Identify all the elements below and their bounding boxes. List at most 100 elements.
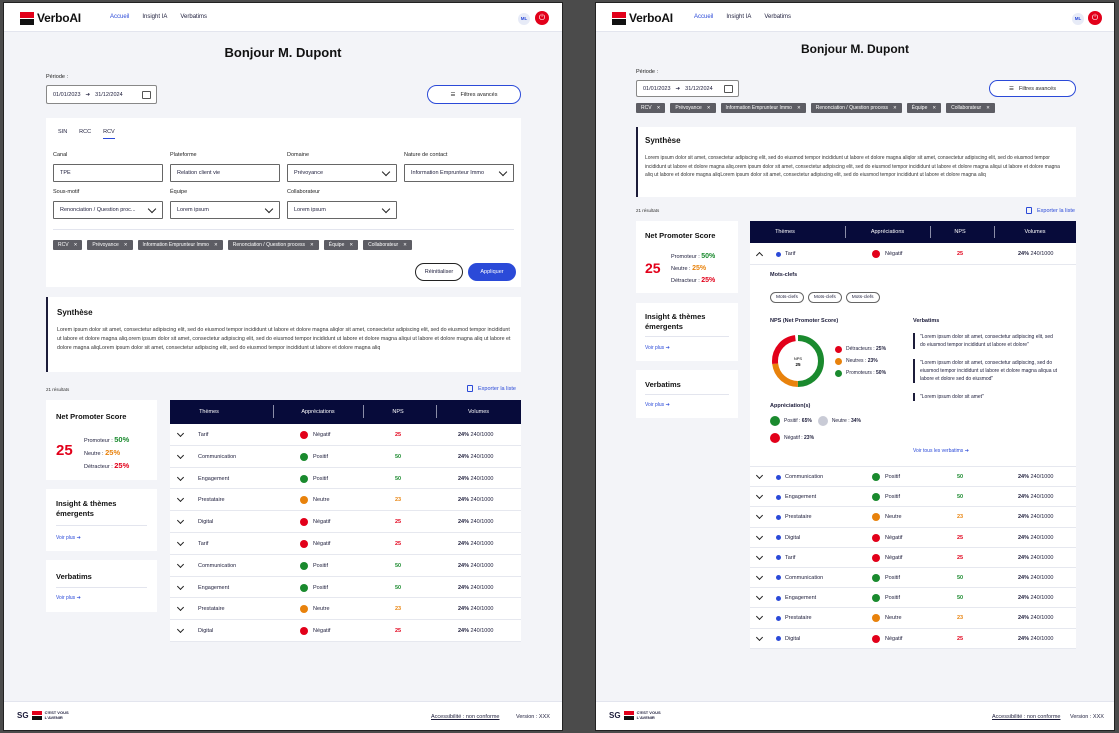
table-row[interactable]: Communication Positif 50 24% 240/1000 (170, 554, 521, 577)
accessibility-link[interactable]: Accessibilité : non conforme (431, 714, 499, 720)
table-row[interactable]: Prestataire Neutre 23 24% 240/1000 (170, 598, 521, 621)
user-avatar[interactable]: ML (518, 13, 530, 25)
table-row[interactable]: Digital Négatif 25 24% 240/1000 (170, 620, 521, 642)
tag-renonciation[interactable]: Renonciation / Question process (810, 103, 902, 113)
nav-insight-ia[interactable]: Insight IA (142, 14, 167, 20)
col-appreciations[interactable]: Appréciations (845, 229, 930, 235)
table-row[interactable]: Communication Positif 50 24% 240/1000 (750, 567, 1076, 589)
keyword-chip[interactable]: Mots-clefs (807, 292, 842, 303)
table-row[interactable]: Digital Négatif 25 24% 240/1000 (170, 511, 521, 533)
user-avatar[interactable]: ML (1072, 13, 1084, 25)
power-icon[interactable]: ⏻ (535, 11, 549, 25)
nav-verbatims[interactable]: Verbatims (764, 14, 791, 20)
tag-info-emprunteur[interactable]: Information Emprunteur Immo (720, 103, 806, 113)
nav-insight-ia[interactable]: Insight IA (726, 14, 751, 20)
apply-button[interactable]: Appliquer (468, 263, 516, 281)
table-row[interactable]: Digital Négatif 25 24% 240/1000 (750, 527, 1076, 548)
table-row[interactable]: Engagement Positif 50 24% 240/1000 (170, 467, 521, 490)
reset-button[interactable]: Réinitialiser (415, 263, 463, 281)
advanced-filters-button[interactable]: ☰ Filtres avancés (989, 80, 1076, 97)
tag-equipe[interactable]: Équipe (906, 103, 942, 113)
equipe-select[interactable]: Lorem ipsum (170, 201, 280, 219)
all-verbatims-link[interactable]: Voir tous les verbatims ➔ (913, 448, 969, 454)
chevron-down-icon[interactable] (176, 473, 185, 481)
chevron-down-icon[interactable] (755, 633, 764, 641)
keyword-chip[interactable]: Mots-clefs (845, 292, 880, 303)
table-row[interactable]: Prestataire Neutre 23 24% 240/1000 (750, 507, 1076, 528)
tag-renonciation[interactable]: Renonciation / Question process (227, 240, 319, 250)
verbatims-see-more[interactable]: Voir plus ➔ (56, 595, 81, 601)
verbatims-see-more[interactable]: Voir plus ➔ (645, 402, 670, 408)
table-row[interactable]: Communication Positif 50 24% 240/1000 (750, 467, 1076, 488)
table-row[interactable]: Prestataire Neutre 23 24% 240/1000 (170, 489, 521, 512)
chevron-down-icon[interactable] (755, 532, 764, 540)
table-row[interactable]: Engagement Positif 50 24% 240/1000 (750, 588, 1076, 609)
col-nps[interactable]: NPS (363, 409, 433, 415)
chevron-down-icon[interactable] (755, 471, 764, 480)
chevron-down-icon[interactable] (176, 429, 185, 438)
chevron-down-icon[interactable] (755, 492, 764, 500)
keyword-chip[interactable]: Mots-clefs (770, 292, 804, 303)
domaine-select[interactable]: Prévoyance (287, 164, 397, 182)
chevron-down-icon[interactable] (176, 517, 185, 525)
chevron-down-icon[interactable] (755, 552, 764, 560)
chevron-down-icon[interactable] (176, 604, 185, 612)
nav-accueil[interactable]: Accueil (110, 14, 129, 20)
advanced-filters-button[interactable]: ☰ Filtres avancés (427, 85, 521, 104)
tag-equipe[interactable]: Équipe (323, 240, 359, 250)
power-icon[interactable]: ⏻ (1088, 11, 1102, 25)
export-link[interactable]: Exporter la liste (467, 385, 516, 392)
tag-prevoyance[interactable]: Prévoyance (87, 240, 133, 250)
nav-verbatims[interactable]: Verbatims (180, 14, 207, 20)
col-appreciations[interactable]: Appréciations (273, 409, 363, 415)
logo[interactable]: VerboAI (612, 11, 673, 25)
chevron-down-icon[interactable] (176, 451, 185, 459)
table-row[interactable]: Tarif Négatif 25 24% 240/1000 (170, 424, 521, 446)
period-picker[interactable]: 01/01/2023 ➔ 31/12/2024 (46, 85, 157, 104)
logo[interactable]: VerboAI (20, 11, 81, 25)
tag-info-emprunteur[interactable]: Information Emprunteur Immo (137, 240, 223, 250)
table-row[interactable]: Engagement Positif 50 24% 240/1000 (750, 487, 1076, 508)
chevron-down-icon[interactable] (176, 582, 185, 590)
chevron-down-icon[interactable] (176, 560, 185, 568)
sous-motif-select[interactable]: Renonciation / Question proc... (53, 201, 163, 219)
table-row[interactable]: Tarif Négatif 25 24% 240/1000 (170, 532, 521, 555)
table-row[interactable]: Communication Positif 50 24% 240/1000 (170, 445, 521, 468)
col-themes[interactable]: Thèmes (750, 229, 820, 235)
table-row[interactable]: Engagement Positif 50 24% 240/1000 (170, 576, 521, 599)
table-row[interactable]: Tarif Négatif 25 24% 240/1000 (750, 547, 1076, 568)
tag-rcv[interactable]: RCV (636, 103, 666, 113)
nature-contact-select[interactable]: Information Emprunteur Immo (404, 164, 514, 182)
table-row[interactable]: Digital Négatif 25 24% 240/1000 (750, 628, 1076, 649)
canal-input[interactable]: TPE (53, 164, 163, 182)
chevron-down-icon[interactable] (176, 495, 185, 503)
table-row[interactable]: Prestataire Neutre 23 24% 240/1000 (750, 608, 1076, 629)
col-volumes[interactable]: Volumes (436, 409, 521, 415)
chevron-up-icon[interactable] (755, 251, 764, 260)
period-picker[interactable]: 01/01/2023 ➔ 31/12/2024 (636, 80, 739, 97)
tag-rcv[interactable]: RCV (53, 240, 83, 250)
col-nps[interactable]: NPS (930, 229, 990, 235)
chevron-down-icon[interactable] (755, 572, 764, 580)
tag-collaborateur[interactable]: Collaborateur (946, 103, 995, 113)
col-themes[interactable]: Thèmes (170, 409, 248, 415)
tab-sin[interactable]: SIN (58, 129, 67, 139)
accessibility-link[interactable]: Accessibilité : non conforme (992, 714, 1060, 720)
col-volumes[interactable]: Volumes (994, 229, 1076, 235)
tab-rcv[interactable]: RCV (103, 129, 115, 139)
collaborateur-select[interactable]: Lorem ipsum (287, 201, 397, 219)
chevron-down-icon[interactable] (755, 512, 764, 520)
insight-see-more[interactable]: Voir plus ➔ (645, 345, 670, 351)
chevron-down-icon[interactable] (755, 613, 764, 621)
tab-rcc[interactable]: RCC (79, 129, 91, 139)
tag-collaborateur[interactable]: Collaborateur (363, 240, 412, 250)
chevron-down-icon[interactable] (176, 626, 185, 634)
chevron-down-icon[interactable] (755, 593, 764, 601)
table-row[interactable]: Tarif Négatif 25 24% 240/1000 (750, 243, 1076, 265)
tag-prevoyance[interactable]: Prévoyance (670, 103, 716, 113)
insight-see-more[interactable]: Voir plus ➔ (56, 535, 81, 541)
plateforme-input[interactable]: Relation client vie (170, 164, 280, 182)
export-link[interactable]: Exporter la liste (1026, 207, 1075, 214)
nav-accueil[interactable]: Accueil (694, 14, 713, 20)
chevron-down-icon[interactable] (176, 538, 185, 547)
